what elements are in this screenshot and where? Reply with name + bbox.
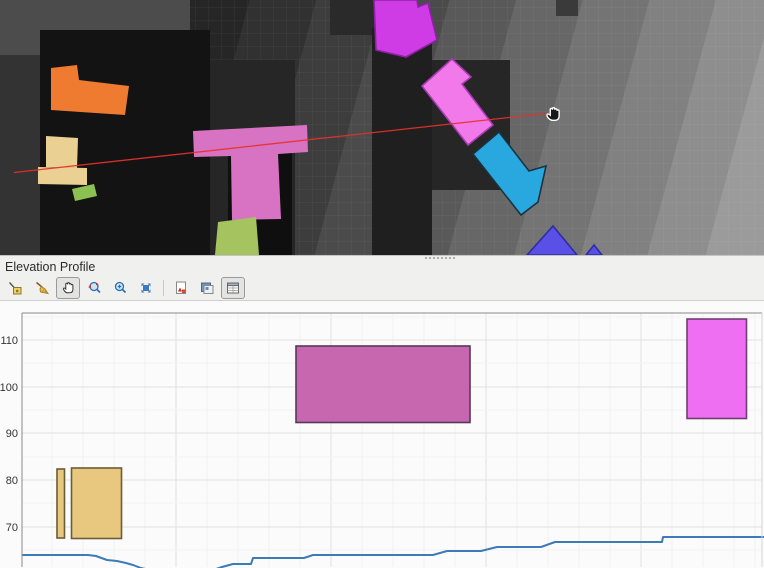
map-feature-building-tan-lower [38, 167, 87, 185]
zoom-in-icon [112, 280, 128, 296]
map-feature-building-pink [422, 59, 493, 145]
profile-building-tan-building-wide [72, 468, 122, 539]
capture-curve-button[interactable] [4, 277, 28, 299]
elevation-chart-plot[interactable]: 110 100 90 80 70 [0, 301, 764, 568]
export-image-button[interactable] [195, 277, 219, 299]
broom-icon [34, 280, 50, 296]
pan-tool-button[interactable] [56, 277, 80, 299]
y-axis-tick-label: 80 [6, 475, 18, 487]
elevation-profile-panel: Elevation Profile [0, 255, 764, 567]
capture-curve-icon [8, 280, 24, 296]
map-feature-building-magenta-t [193, 125, 308, 220]
panel-splitter-handle[interactable] [425, 257, 455, 259]
clear-button[interactable] [30, 277, 54, 299]
map-feature-building-green-bottom [215, 217, 259, 255]
export-pdf-icon [173, 280, 189, 296]
y-axis-tick-label: 70 [6, 522, 18, 534]
zoom-button[interactable] [82, 277, 106, 299]
zoom-full-extent-icon [138, 280, 154, 296]
chart-area: 110 100 90 80 70 [0, 300, 764, 568]
options-button[interactable] [221, 277, 245, 299]
map-feature-building-orange [51, 65, 129, 115]
profile-toolbar [4, 277, 245, 299]
export-pdf-button[interactable] [169, 277, 193, 299]
profile-building-pink-building [687, 319, 747, 419]
y-axis-tick-label: 100 [0, 382, 18, 394]
map-feature-building-violet-tip [586, 245, 602, 255]
panel-title: Elevation Profile [5, 260, 95, 274]
zoom-in-button[interactable] [108, 277, 132, 299]
options-table-icon [225, 280, 241, 296]
y-axis-tick-label: 90 [6, 428, 18, 440]
profile-capture-line [14, 114, 545, 173]
pan-hand-icon [60, 280, 76, 296]
zoom-arrows-icon [86, 280, 102, 296]
export-image-icon [199, 280, 215, 296]
y-axis-tick-label: 110 [0, 335, 18, 347]
toolbar-separator [163, 280, 164, 296]
zoom-full-extent-button[interactable] [134, 277, 158, 299]
profile-building-magenta-building [296, 346, 470, 423]
profile-building-tan-building-thin [57, 469, 65, 538]
map-feature-building-tan-upper [46, 136, 78, 168]
grab-hand-cursor-icon [543, 104, 563, 124]
map-feature-building-blue-l [473, 132, 546, 215]
map-overlay [0, 0, 764, 255]
map-feature-building-violet [527, 226, 577, 255]
map-feature-building-green-small [72, 184, 97, 201]
map-canvas[interactable] [0, 0, 764, 255]
map-feature-building-magenta-top [374, 0, 437, 57]
